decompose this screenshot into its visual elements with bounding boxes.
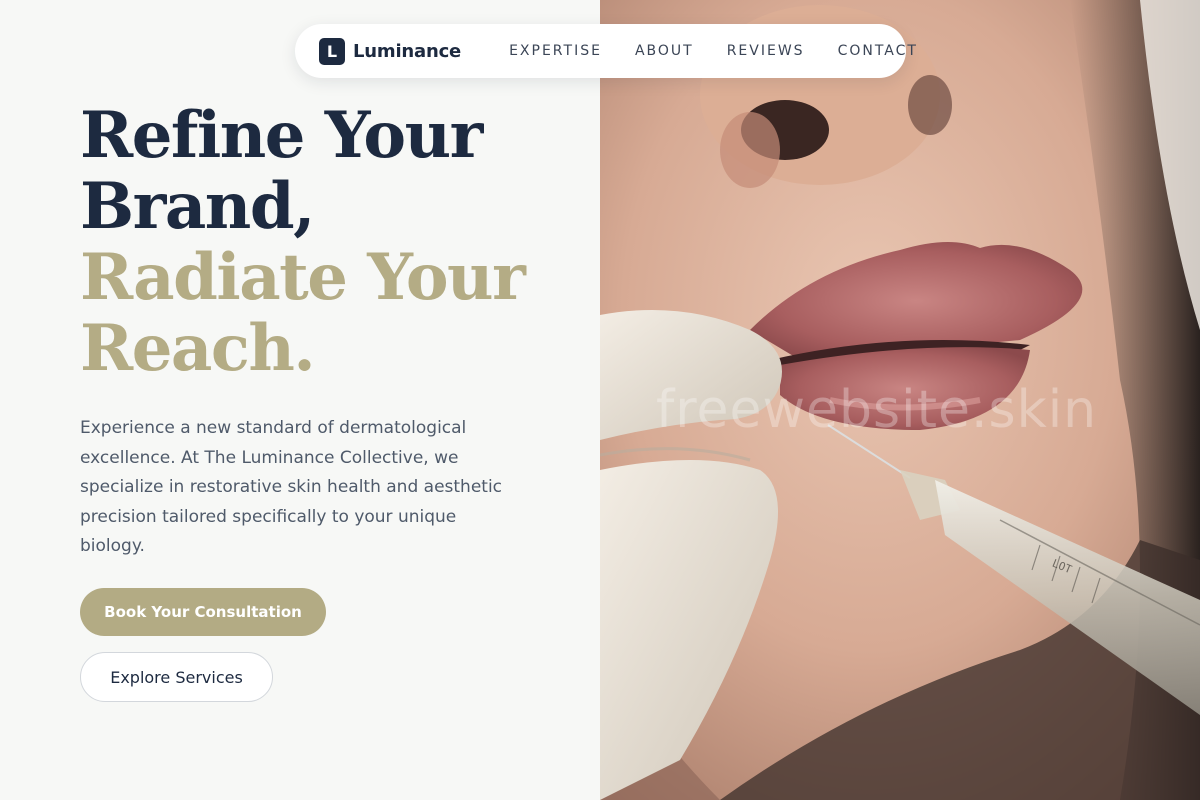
headline-line-4: Reach. — [80, 311, 316, 386]
nav-link-about[interactable]: ABOUT — [635, 43, 694, 59]
nav-link-reviews[interactable]: REVIEWS — [727, 43, 805, 59]
brand-name: Luminance — [353, 40, 462, 62]
headline-line-1: Refine Your — [80, 98, 483, 173]
landing-page: LOT freewebsite.skin L Luminance EXPERTI… — [0, 0, 1200, 800]
hero-copy: Refine Your Brand, Radiate Your Reach. E… — [80, 100, 580, 562]
hero-description: Experience a new standard of dermatologi… — [80, 418, 503, 556]
nav-links: EXPERTISE ABOUT REVIEWS CONTACT — [509, 43, 918, 59]
brand-logo[interactable]: L Luminance — [319, 37, 462, 65]
nav-link-contact[interactable]: CONTACT — [838, 43, 918, 59]
top-nav: L Luminance EXPERTISE ABOUT REVIEWS CONT… — [295, 24, 916, 78]
explore-services-button[interactable]: Explore Services — [80, 652, 273, 702]
book-consultation-button[interactable]: Book Your Consultation — [80, 588, 326, 636]
logo-icon: L — [319, 37, 345, 65]
headline-line-2: Brand, — [80, 169, 315, 244]
hero-headline: Refine Your Brand, Radiate Your Reach. — [80, 100, 580, 384]
headline-line-3: Radiate Your — [80, 240, 526, 315]
hero-image: LOT — [600, 0, 1200, 800]
nav-link-expertise[interactable]: EXPERTISE — [509, 43, 602, 59]
